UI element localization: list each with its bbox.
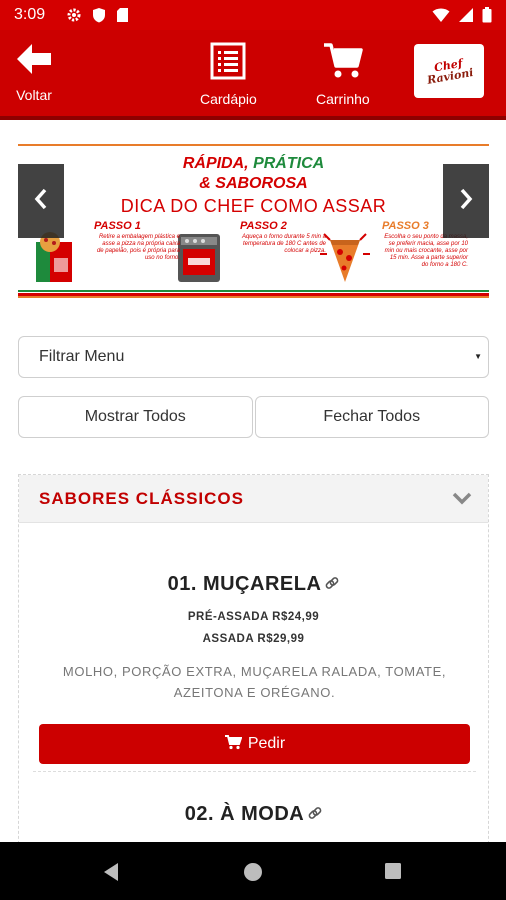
- banner-carousel: RÁPIDA, PRÁTICA & SABOROSA DICA DO CHEF …: [18, 144, 489, 298]
- filter-menu-select[interactable]: Filtrar Menu ▼: [18, 336, 489, 378]
- chevron-left-icon: [34, 188, 48, 215]
- filter-menu-value: Filtrar Menu: [39, 348, 125, 365]
- settings-icon: [66, 7, 82, 23]
- item-divider: [33, 771, 476, 772]
- link-icon[interactable]: [308, 803, 322, 826]
- link-icon[interactable]: [325, 573, 339, 596]
- pizza-slice-icon: [318, 228, 372, 291]
- section-header[interactable]: SABORES CLÁSSICOS: [19, 475, 488, 523]
- close-all-button[interactable]: Fechar Todos: [254, 396, 489, 438]
- nav-recents-icon[interactable]: [384, 862, 402, 885]
- banner-subtitle: DICA DO CHEF COMO ASSAR: [120, 196, 387, 216]
- app-header: Voltar Cardápio Carrinho Chef Ravioni: [0, 30, 506, 116]
- battery-icon: [482, 7, 492, 23]
- banner-title: RÁPIDA, PRÁTICA: [182, 155, 325, 172]
- item-title: 02. À MODA: [19, 803, 488, 826]
- wifi-icon: [432, 7, 450, 23]
- cart-button[interactable]: Carrinho: [316, 42, 370, 107]
- section-panel: SABORES CLÁSSICOS 01. MUÇARELA PRÉ-ASSAD…: [18, 474, 489, 854]
- signal-icon: [458, 7, 474, 23]
- banner-step-2: PASSO 2 Aqueça o forno durante 5 min a t…: [240, 220, 326, 254]
- carousel-prev-button[interactable]: [18, 164, 64, 238]
- back-label: Voltar: [16, 87, 52, 103]
- back-button[interactable]: Voltar: [14, 42, 54, 103]
- status-bar: 3:09: [0, 0, 506, 30]
- shield-icon: [92, 7, 106, 23]
- chevron-right-icon: [459, 188, 473, 215]
- banner-title-line2: & SABOROSA: [199, 175, 308, 192]
- sd-card-icon: [116, 7, 129, 23]
- nav-back-icon[interactable]: [102, 862, 120, 887]
- price-baked: ASSADA R$29,99: [202, 633, 305, 645]
- chef-ravioni-logo: Chef Ravioni: [414, 44, 484, 98]
- expand-collapse-buttons: Mostrar Todos Fechar Todos: [18, 396, 489, 438]
- nav-home-icon[interactable]: [243, 862, 263, 887]
- chevron-down-icon[interactable]: [452, 491, 472, 510]
- section-title: SABORES CLÁSSICOS: [39, 489, 244, 508]
- oven-icon: [176, 230, 222, 289]
- item-title: 01. MUÇARELA: [19, 573, 488, 596]
- cart-label: Carrinho: [316, 91, 370, 107]
- cart-icon: [224, 734, 243, 755]
- banner-step-1: PASSO 1 Retire a embalagem plástica e as…: [94, 220, 180, 261]
- menu-list-icon: [210, 42, 246, 85]
- order-button[interactable]: Pedir: [39, 724, 470, 764]
- header-underline: [0, 116, 506, 120]
- item-description: MOLHO, PORÇÃO EXTRA, MUÇARELA RALADA, TO…: [62, 664, 447, 700]
- carousel-next-button[interactable]: [443, 164, 489, 238]
- arrow-left-icon: [14, 42, 54, 81]
- order-label: Pedir: [247, 735, 286, 752]
- shopping-cart-icon: [322, 42, 364, 85]
- menu-label: Cardápio: [200, 91, 257, 107]
- status-time: 3:09: [14, 6, 46, 23]
- caret-down-icon: ▼: [474, 352, 482, 361]
- show-all-button[interactable]: Mostrar Todos: [18, 396, 253, 438]
- price-pre-baked: PRÉ-ASSADA R$24,99: [187, 611, 320, 623]
- menu-button[interactable]: Cardápio: [200, 42, 257, 107]
- system-nav-bar: [0, 842, 506, 900]
